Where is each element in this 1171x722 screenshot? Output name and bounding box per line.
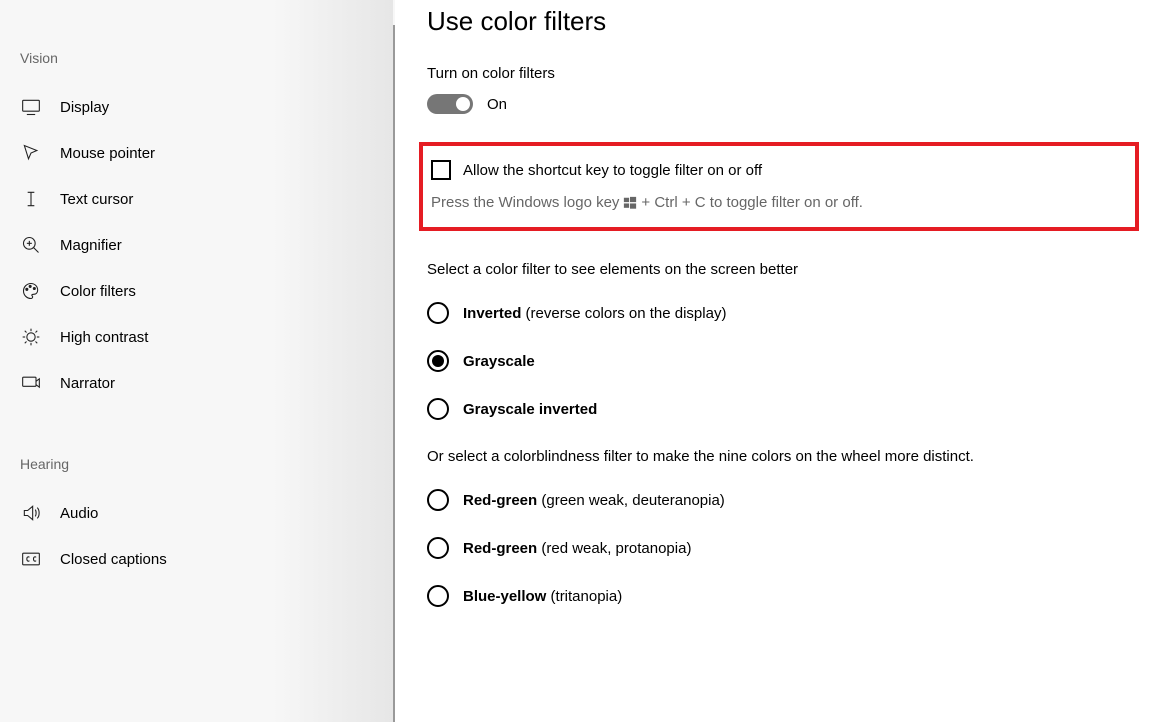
sidebar-group-hearing: Hearing: [18, 456, 395, 472]
sidebar-item-closed-captions[interactable]: Closed captions: [18, 536, 395, 582]
shortcut-highlight-box: Allow the shortcut key to toggle filter …: [419, 142, 1139, 231]
sidebar-item-label: Display: [60, 99, 109, 116]
radio-tritanopia[interactable]: Blue-yellow (tritanopia): [427, 585, 1131, 607]
radio-label: Blue-yellow (tritanopia): [463, 588, 622, 605]
sidebar-item-label: Closed captions: [60, 551, 167, 568]
display-icon: [20, 96, 42, 118]
sidebar-item-mouse-pointer[interactable]: Mouse pointer: [18, 130, 395, 176]
radio-label: Grayscale inverted: [463, 401, 597, 418]
radio-label: Red-green (green weak, deuteranopia): [463, 492, 725, 509]
sidebar-item-color-filters[interactable]: Color filters: [18, 268, 395, 314]
sidebar-group-vision: Vision: [18, 50, 395, 66]
closed-captions-icon: [20, 548, 42, 570]
sidebar-item-label: Mouse pointer: [60, 145, 155, 162]
shortcut-checkbox-label: Allow the shortcut key to toggle filter …: [463, 162, 762, 179]
windows-key-icon: [623, 196, 637, 210]
main-content: Use color filters Turn on color filters …: [395, 0, 1171, 722]
sidebar-item-label: Narrator: [60, 375, 115, 392]
sidebar-item-label: Text cursor: [60, 191, 133, 208]
colorblind-section-text: Or select a colorblindness filter to mak…: [427, 446, 987, 467]
mouse-pointer-icon: [20, 142, 42, 164]
sidebar-item-narrator[interactable]: Narrator: [18, 360, 395, 406]
sidebar-item-label: Audio: [60, 505, 98, 522]
radio-label: Inverted (reverse colors on the display): [463, 305, 726, 322]
sidebar-item-magnifier[interactable]: Magnifier: [18, 222, 395, 268]
sidebar-item-label: High contrast: [60, 329, 148, 346]
shortcut-hint-before: Press the Windows logo key: [431, 194, 619, 211]
sidebar-scrollbar[interactable]: [393, 25, 395, 722]
radio-protanopia[interactable]: Red-green (red weak, protanopia): [427, 537, 1131, 559]
high-contrast-icon: [20, 326, 42, 348]
sidebar-item-label: Color filters: [60, 283, 136, 300]
sidebar-item-text-cursor[interactable]: Text cursor: [18, 176, 395, 222]
radio-button[interactable]: [427, 398, 449, 420]
radio-button[interactable]: [427, 537, 449, 559]
sidebar-item-high-contrast[interactable]: High contrast: [18, 314, 395, 360]
shortcut-hint-after: + Ctrl + C to toggle filter on or off.: [641, 194, 863, 211]
radio-inverted[interactable]: Inverted (reverse colors on the display): [427, 302, 1131, 324]
toggle-knob: [456, 97, 470, 111]
color-filters-icon: [20, 280, 42, 302]
radio-grayscale[interactable]: Grayscale: [427, 350, 1131, 372]
radio-grayscale-inverted[interactable]: Grayscale inverted: [427, 398, 1131, 420]
text-cursor-icon: [20, 188, 42, 210]
shortcut-hint: Press the Windows logo key + Ctrl + C to…: [431, 194, 1119, 211]
sidebar-item-display[interactable]: Display: [18, 84, 395, 130]
sidebar: Vision Display Mouse pointer Text cursor…: [0, 0, 395, 722]
radio-button[interactable]: [427, 350, 449, 372]
toggle-label: Turn on color filters: [427, 65, 1131, 82]
page-title: Use color filters: [427, 6, 1131, 37]
audio-icon: [20, 502, 42, 524]
shortcut-checkbox[interactable]: [431, 160, 451, 180]
radio-button[interactable]: [427, 302, 449, 324]
color-filters-toggle[interactable]: [427, 94, 473, 114]
sidebar-item-label: Magnifier: [60, 237, 122, 254]
radio-button[interactable]: [427, 489, 449, 511]
toggle-state-text: On: [487, 96, 507, 113]
radio-deuteranopia[interactable]: Red-green (green weak, deuteranopia): [427, 489, 1131, 511]
radio-label: Grayscale: [463, 353, 535, 370]
sidebar-item-audio[interactable]: Audio: [18, 490, 395, 536]
radio-label: Red-green (red weak, protanopia): [463, 540, 691, 557]
magnifier-icon: [20, 234, 42, 256]
narrator-icon: [20, 372, 42, 394]
filter-section-text: Select a color filter to see elements on…: [427, 259, 987, 280]
radio-button[interactable]: [427, 585, 449, 607]
